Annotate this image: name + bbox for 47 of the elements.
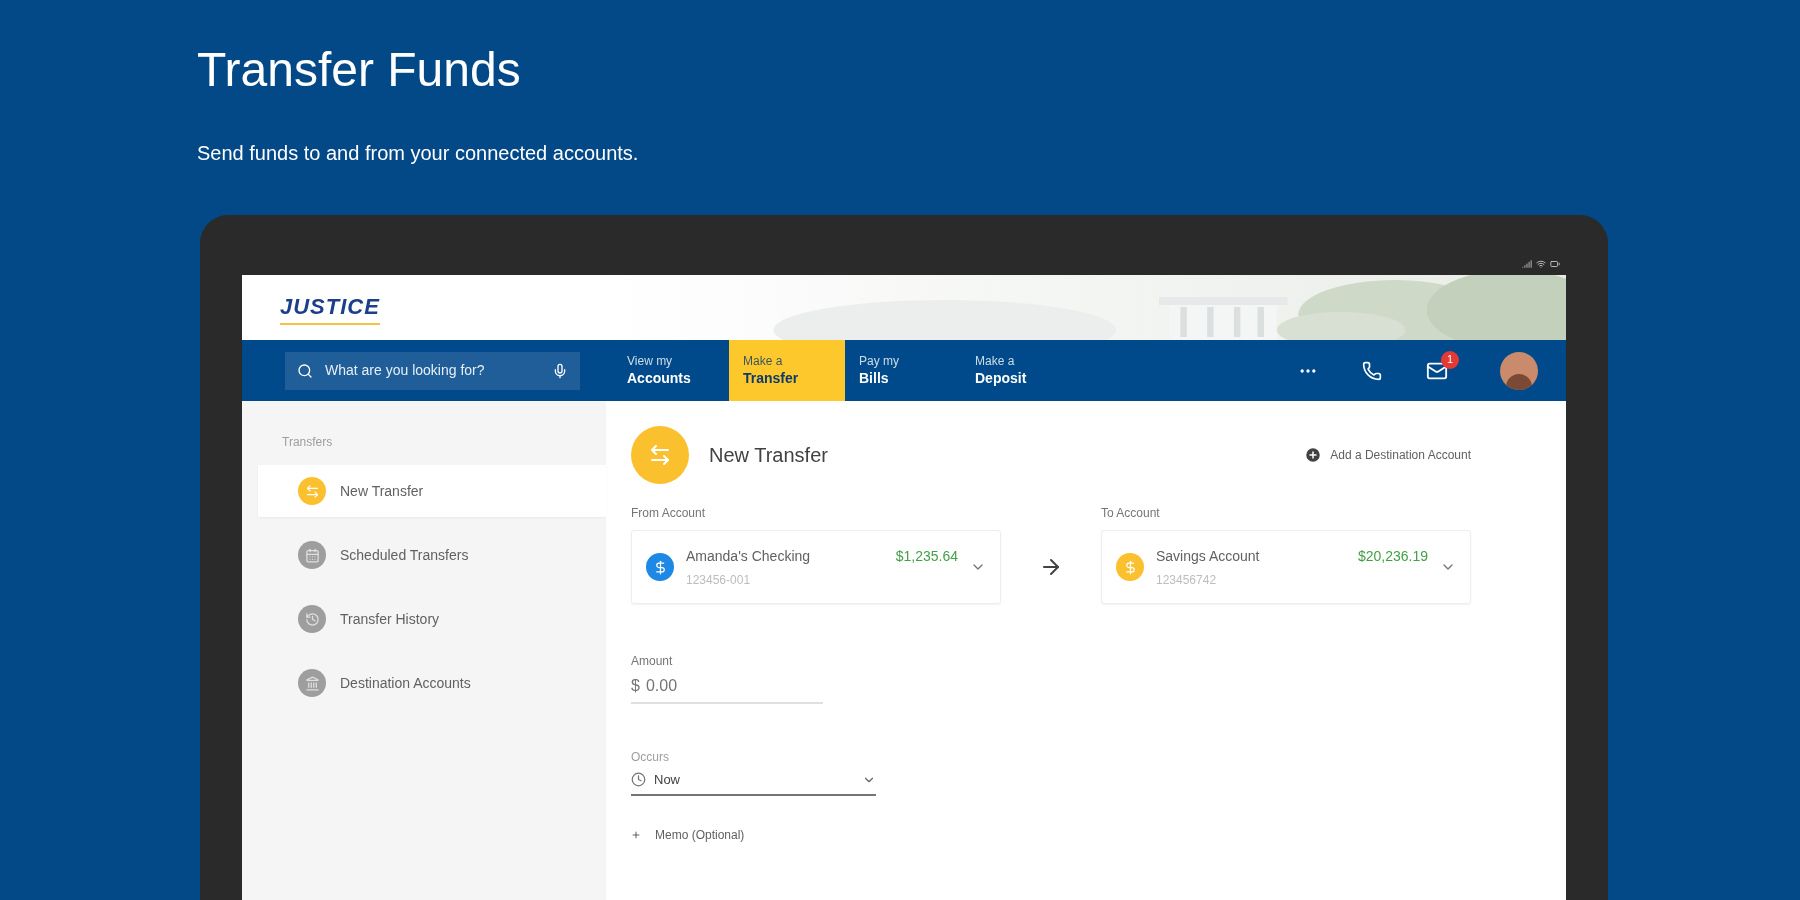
history-icon: [298, 605, 326, 633]
sidebar-heading: Transfers: [281, 434, 334, 451]
field-label: From Account: [631, 505, 707, 522]
search-field[interactable]: What are you looking for?: [285, 351, 580, 390]
field-label: Amount: [631, 653, 674, 670]
wifi-icon: [1536, 259, 1546, 269]
add-destination-link[interactable]: Add a Destination Account: [1304, 446, 1471, 464]
sidebar-item[interactable]: New Transfer: [258, 465, 606, 517]
logo: JUSTICE: [280, 290, 380, 325]
page-subtitle: Send funds to and from your connected accounts.: [197, 141, 640, 166]
add-icon: [1304, 446, 1323, 464]
sidebar-item[interactable]: Destination Accounts: [258, 657, 606, 709]
page-title: Transfer Funds: [197, 42, 522, 98]
account-name: Savings Account: [1156, 546, 1260, 566]
occurs-select[interactable]: Now: [631, 770, 876, 796]
nav-tab[interactable]: View my Accounts: [613, 340, 729, 401]
account-balance: $20,236.19: [1357, 546, 1428, 566]
account-balance: $1,235.64: [895, 546, 958, 566]
bank-icon: [298, 669, 326, 697]
signal-icon: [1522, 259, 1532, 269]
avatar[interactable]: [1500, 351, 1538, 390]
form-title: New Transfer: [709, 443, 828, 468]
amount-field[interactable]: $ 0.00: [631, 674, 823, 704]
search-icon: [297, 362, 313, 379]
notification-badge: 1: [1441, 350, 1459, 369]
clock-icon: [631, 772, 646, 788]
microphone-icon: [552, 362, 568, 379]
account-number: 123456-001: [686, 571, 752, 589]
field-label: Occurs: [631, 749, 670, 766]
sidebar-item[interactable]: Transfer History: [258, 593, 606, 645]
nav-tab[interactable]: Pay my Bills: [845, 340, 961, 401]
plus-icon[interactable]: [631, 829, 641, 840]
battery-icon: [1550, 259, 1560, 269]
search-placeholder: What are you looking for?: [325, 361, 486, 380]
account-name: Amanda's Checking: [686, 546, 811, 566]
account-select[interactable]: Amanda's Checking $1,235.64 123456-001: [631, 530, 1001, 604]
memo-label: Memo (Optional): [655, 826, 745, 844]
nav-tab[interactable]: Make a Transfer: [729, 340, 845, 401]
transfer-icon: [631, 426, 689, 484]
nav-tab[interactable]: Make a Deposit: [961, 340, 1077, 401]
calendar-icon: [298, 541, 326, 569]
transfer-icon: [298, 477, 326, 505]
field-label: To Account: [1101, 505, 1161, 522]
sidebar-item[interactable]: Scheduled Transfers: [258, 529, 606, 581]
phone-icon[interactable]: [1362, 360, 1382, 381]
account-number: 123456742: [1156, 571, 1218, 589]
account-select[interactable]: Savings Account $20,236.19 123456742: [1101, 530, 1471, 604]
